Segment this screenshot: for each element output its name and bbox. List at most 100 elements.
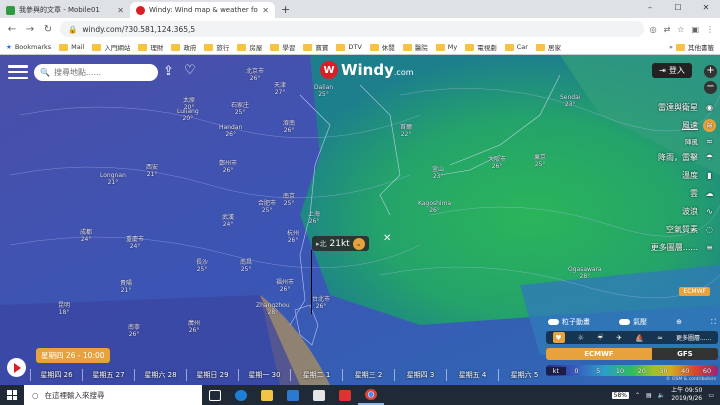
- bookmark-item[interactable]: Car: [504, 43, 528, 51]
- timeline-day[interactable]: 星期四 26: [30, 369, 82, 381]
- timeline[interactable]: 星期四 26 星期五 27 星期六 28 星期日 29 星期一 30 星期二 1…: [30, 369, 550, 381]
- share-icon[interactable]: ⇪: [163, 64, 174, 79]
- edge-icon[interactable]: [228, 385, 254, 405]
- model-ecmwf[interactable]: ECMWF: [546, 348, 652, 360]
- timeline-day[interactable]: 星期三 2: [342, 369, 394, 381]
- close-icon[interactable]: ✕: [383, 233, 391, 244]
- heart-icon[interactable]: ♥: [552, 332, 565, 343]
- tab-mobile01[interactable]: 我參與的文章 - Mobile01 ✕: [0, 2, 130, 18]
- bookmark-item[interactable]: 休閒: [369, 42, 395, 52]
- notifications-icon[interactable]: ▭: [708, 392, 714, 399]
- layer-rain[interactable]: 降雨，雷擊 ☂: [634, 148, 716, 166]
- menu-icon[interactable]: [8, 65, 28, 79]
- wind-legend[interactable]: kt 0 5 10 20 30 40 60: [546, 365, 718, 376]
- play-button[interactable]: [7, 358, 26, 377]
- store-icon[interactable]: [280, 385, 306, 405]
- media-icon[interactable]: [332, 385, 358, 405]
- chrome-icon[interactable]: [358, 385, 384, 405]
- sun-icon[interactable]: ☼: [578, 334, 584, 342]
- bookmark-item[interactable]: 寶寶: [303, 42, 328, 52]
- layer-air-quality[interactable]: 空氣質素 ◌: [634, 220, 716, 238]
- surf-icon[interactable]: ≈: [657, 334, 663, 342]
- bookmark-item[interactable]: 醫院: [402, 42, 428, 52]
- timeline-day[interactable]: 星期一 30: [238, 369, 290, 381]
- close-tab-icon[interactable]: ✕: [262, 6, 269, 15]
- layer-waves[interactable]: 波浪 ∿: [634, 202, 716, 220]
- location-icon[interactable]: ◎: [650, 25, 657, 34]
- search-input[interactable]: [53, 68, 150, 77]
- fullscreen-icon[interactable]: ⛶: [711, 318, 716, 327]
- layer-gust[interactable]: 陣風 ≈: [634, 134, 716, 148]
- picker-pin[interactable]: [311, 250, 312, 314]
- task-view-icon[interactable]: [202, 385, 228, 405]
- bookmark-item[interactable]: 電視劇: [465, 42, 497, 52]
- bookmark-item[interactable]: 理財: [138, 42, 163, 52]
- bookmark-item[interactable]: 居家: [535, 42, 561, 52]
- pressure-toggle[interactable]: 氣壓: [619, 317, 647, 327]
- timeline-day[interactable]: 星期四 3: [394, 369, 446, 381]
- layer-wind[interactable]: 風速 ≋: [634, 116, 716, 134]
- wind-picker-popup[interactable]: ▸北 21kt ⌄: [312, 236, 369, 251]
- search-box[interactable]: 🔍: [34, 64, 158, 81]
- bookmark-item[interactable]: 旅行: [204, 42, 229, 52]
- minimize-button[interactable]: –: [636, 0, 664, 18]
- chevron-up-icon[interactable]: ⌃: [635, 392, 640, 399]
- settings-icon[interactable]: ⊕: [676, 318, 682, 326]
- timeline-day[interactable]: 星期二 1: [290, 369, 342, 381]
- other-bookmarks[interactable]: » 其他書籤: [669, 42, 714, 52]
- new-tab-button[interactable]: +: [275, 2, 296, 18]
- reload-icon[interactable]: ↻: [42, 24, 54, 35]
- address-bar[interactable]: 🔒 windy.com/?30.581,124.365,5: [60, 21, 644, 37]
- chevron-down-icon[interactable]: ⌄: [352, 237, 365, 250]
- back-icon[interactable]: ←: [6, 24, 18, 35]
- bookmark-item[interactable]: 入門網站: [92, 42, 130, 52]
- menu-dots-icon[interactable]: ⋮: [706, 25, 714, 34]
- bookmark-item[interactable]: 政府: [171, 42, 196, 52]
- layer-more[interactable]: 更多圖層...... ≡: [634, 238, 716, 256]
- zoom-out-button[interactable]: −: [704, 81, 717, 94]
- bookmarks-more-icon[interactable]: »: [669, 43, 673, 51]
- tab-windy[interactable]: Windy: Wind map & weather fo ✕: [130, 2, 275, 18]
- timeline-day[interactable]: 星期日 29: [186, 369, 238, 381]
- bookmark-item[interactable]: Mail: [59, 43, 84, 51]
- translate-icon[interactable]: ⇄: [664, 25, 671, 34]
- timeline-day[interactable]: 星期六 28: [134, 369, 186, 381]
- windy-logo[interactable]: W Windy.com: [320, 61, 414, 79]
- airplane-icon[interactable]: ✈: [616, 334, 622, 342]
- clock[interactable]: 上午 09:50 2019/9/26: [671, 387, 702, 403]
- layer-clouds[interactable]: 雲 ☁: [634, 184, 716, 202]
- timeline-day[interactable]: 星期五 4: [446, 369, 498, 381]
- star-icon[interactable]: ☆: [677, 25, 684, 34]
- volume-icon[interactable]: 🔈: [658, 392, 665, 399]
- timeline-day[interactable]: 星期六 5: [498, 369, 550, 381]
- rain-cloud-icon[interactable]: ☔: [597, 334, 603, 342]
- taskbar-search[interactable]: ○ 在這裡輸入來搜尋: [24, 385, 202, 405]
- favorite-heart-icon[interactable]: ♡: [184, 63, 196, 78]
- bookmark-item[interactable]: 房屋: [237, 42, 262, 52]
- maximize-button[interactable]: ☐: [664, 0, 692, 18]
- more-layers-link[interactable]: 更多圖層......: [676, 333, 711, 342]
- timeline-day[interactable]: 星期五 27: [82, 369, 134, 381]
- login-button[interactable]: ⇥ 登入: [652, 63, 692, 78]
- layer-radar[interactable]: 雷達與衛星 ◉: [634, 98, 716, 116]
- layer-temperature[interactable]: 溫度 ▮: [634, 166, 716, 184]
- particles-toggle[interactable]: 粒子動畫: [548, 317, 590, 327]
- extension-icon[interactable]: ▣: [691, 25, 699, 34]
- battery-indicator[interactable]: 58%: [611, 391, 629, 399]
- bookmark-item[interactable]: 學習: [270, 42, 295, 52]
- forward-icon[interactable]: →: [24, 24, 36, 35]
- close-tab-icon[interactable]: ✕: [117, 6, 124, 15]
- model-gfs[interactable]: GFS: [651, 348, 718, 360]
- zoom-in-button[interactable]: +: [704, 65, 717, 78]
- file-explorer-icon[interactable]: [254, 385, 280, 405]
- close-window-button[interactable]: ✕: [692, 0, 720, 18]
- sail-icon[interactable]: ⛵: [635, 334, 644, 342]
- weather-map[interactable]: 北京市 26° 天津 27° 太原 20° 石家庄 25° 濟南 26° Handan 26…: [0, 55, 720, 385]
- bookmark-item[interactable]: DTV: [336, 43, 362, 51]
- bookmark-item[interactable]: ★ Bookmarks: [6, 43, 51, 51]
- current-time-badge[interactable]: 星期四 26 - 10:00: [36, 348, 110, 363]
- start-button[interactable]: [0, 385, 24, 405]
- mail-icon[interactable]: [306, 385, 332, 405]
- network-icon[interactable]: ▤: [646, 392, 652, 399]
- bookmark-item[interactable]: My: [435, 43, 457, 51]
